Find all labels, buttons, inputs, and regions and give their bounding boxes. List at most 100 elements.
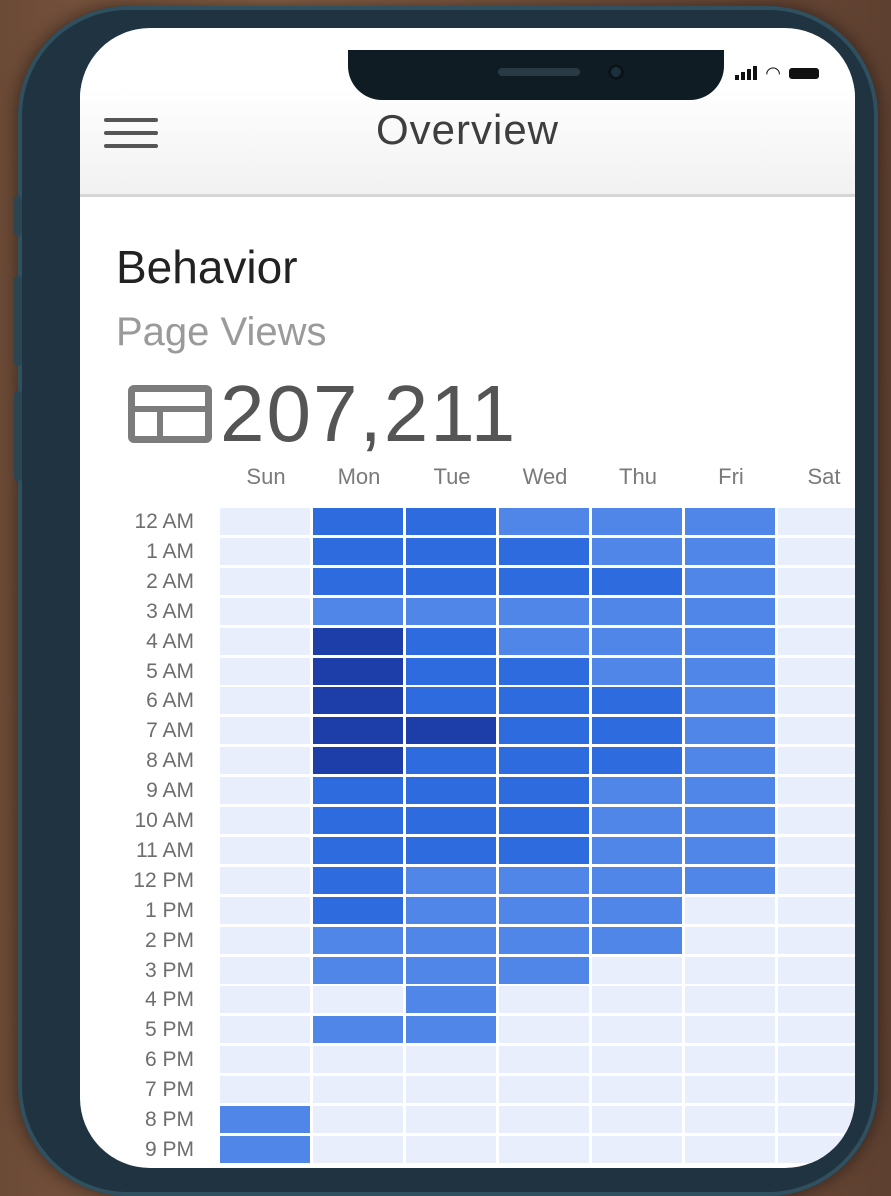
heatmap-cell [778,1135,855,1163]
notch [348,50,724,100]
heatmap-cell [592,597,682,625]
heatmap-cell [685,896,775,924]
heatmap-cell [220,537,310,565]
hour-label: 5 AM [146,659,194,683]
heatmap-cell [685,747,775,775]
heatmap-cell [685,807,775,834]
heatmap-cell [220,956,310,984]
heatmap-cell [313,1046,403,1074]
heatmap-cell [406,627,496,655]
heatmap-cell [406,956,496,984]
heatmap-cell [313,597,403,625]
signal-icon [735,66,758,80]
mute-switch [14,196,22,236]
heatmap-cell [313,836,403,864]
heatmap-cell [778,687,855,715]
metric-block: 207,211 [128,368,517,460]
hour-label: 12 AM [134,510,194,533]
app-header: Overview [80,88,855,197]
heatmap-cell [778,986,855,1014]
heatmap-cell [499,1046,589,1074]
camera [608,64,624,80]
heatmap-cell [685,1106,775,1133]
heatmap-cell [499,807,589,834]
heatmap-cell [499,1135,589,1163]
heatmap-cell [592,896,682,924]
hour-label: 7 AM [146,719,194,743]
heatmap-cell [685,926,775,954]
heatmap-cell [499,836,589,864]
hour-label: 8 PM [144,1108,194,1131]
heatmap-cell [778,1046,855,1074]
hour-label: 9 PM [144,1137,194,1161]
battery-icon [789,67,819,79]
table-layout-icon [128,385,212,443]
heatmap-cell [778,836,855,864]
heatmap-cell [313,537,403,565]
heatmap-cell [778,657,855,685]
heatmap-cell [778,1016,855,1044]
hour-label: 9 AM [146,779,194,803]
heatmap-cell [406,687,496,715]
heatmap-cell [313,717,403,745]
heatmap-cell [499,657,589,685]
heatmap-cell [685,1135,775,1163]
heatmap-cell [499,508,589,535]
heatmap-cell [406,777,496,805]
heatmap-cell [592,807,682,834]
hour-label: 2 AM [146,569,194,593]
heatmap-cell [313,567,403,595]
heatmap-cell [220,657,310,685]
heatmap-cell [778,777,855,805]
heatmap-cell [778,567,855,595]
heatmap-cell [499,896,589,924]
heatmap-cell [313,687,403,715]
heatmap-cell [313,896,403,924]
section-subtitle: Page Views [116,310,327,354]
heatmap-cell [592,777,682,805]
hour-label: 6 AM [146,689,194,713]
heatmap-cell [778,807,855,834]
heatmap-cell [220,777,310,805]
heatmap-cell [406,836,496,864]
day-label-tue: Tue [433,464,471,489]
heatmap-cell [313,747,403,775]
heatmap-cell [313,1106,403,1133]
volume-up-button [14,276,22,366]
heatmap-cell [499,926,589,954]
heatmap-cell [406,1135,496,1163]
heatmap-cell [313,1135,403,1163]
day-label-sun: Sun [246,464,286,489]
heatmap-cell [592,627,682,655]
wifi-icon: ◠ [765,63,781,83]
heatmap-cell [592,657,682,685]
heatmap-cell [406,717,496,745]
heatmap-cell [313,956,403,984]
heatmap-cell [685,956,775,984]
heatmap-cell [778,926,855,954]
heatmap-cell [406,1016,496,1044]
hour-label: 1 PM [144,898,194,922]
hour-label: 12 PM [133,868,194,892]
heatmap-cell [406,896,496,924]
heatmap-cell [685,1076,775,1104]
speaker [498,68,580,76]
heatmap-cell [778,896,855,924]
hour-label: 6 PM [144,1048,194,1072]
heatmap-cell [778,747,855,775]
heatmap-cell [592,567,682,595]
page-views-value: 207,211 [220,369,518,458]
heatmap-cell [220,807,310,834]
heatmap-cell [220,747,310,775]
heatmap-cell [499,1106,589,1133]
heatmap-cell [499,537,589,565]
heatmap-cell [220,717,310,745]
heatmap-cell [685,777,775,805]
heatmap-cell [499,747,589,775]
hour-label: 11 AM [136,838,194,862]
heatmap-cell [778,537,855,565]
heatmap-cell [592,747,682,775]
heatmap-cell [220,866,310,894]
heatmap-cell [406,657,496,685]
heatmap-cell [220,1016,310,1044]
